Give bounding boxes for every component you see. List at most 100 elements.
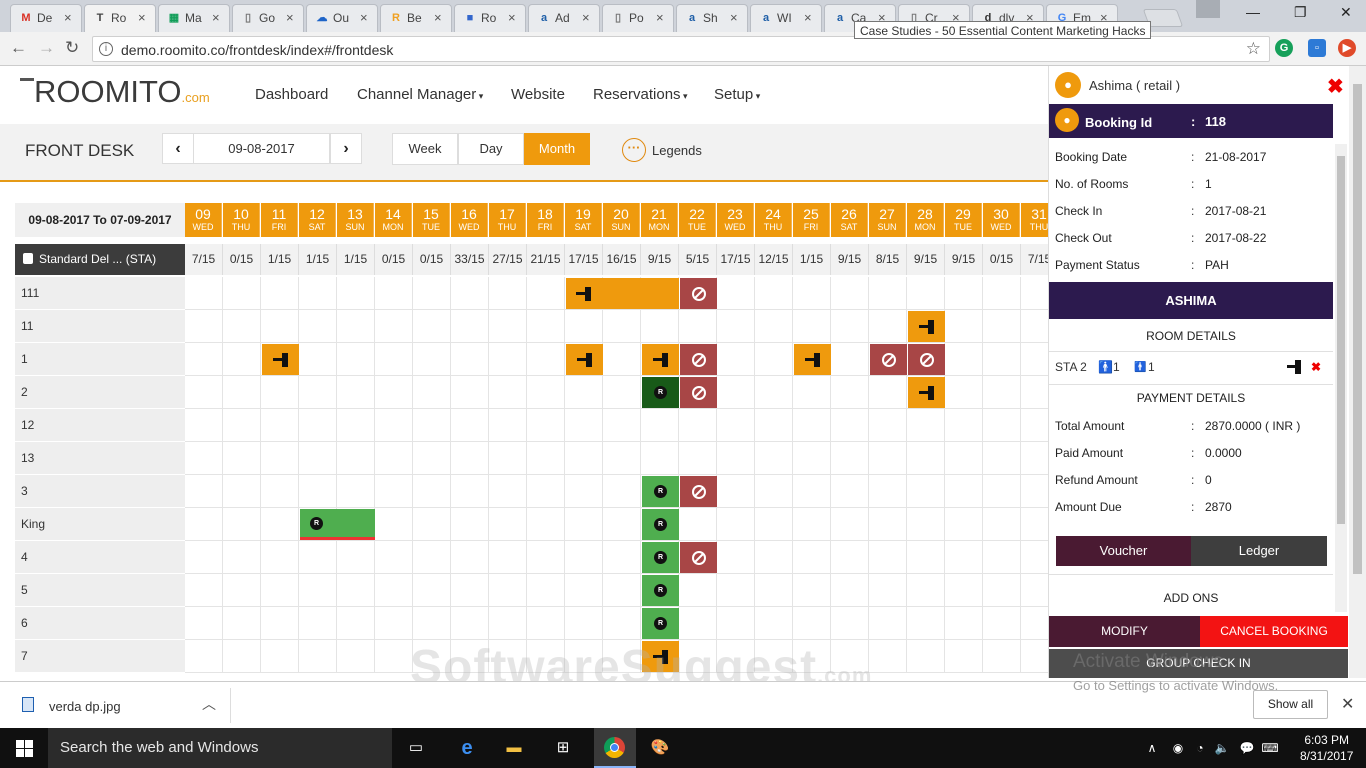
nav-setup[interactable]: Setup ▾ bbox=[714, 86, 760, 103]
grid-cell[interactable] bbox=[451, 475, 489, 508]
room-label[interactable]: 11 bbox=[15, 310, 185, 343]
grid-cell[interactable] bbox=[375, 376, 413, 409]
grid-cell[interactable] bbox=[337, 574, 375, 607]
grid-cell[interactable] bbox=[185, 343, 223, 376]
grid-cell[interactable] bbox=[223, 442, 261, 475]
grid-cell[interactable] bbox=[413, 409, 451, 442]
grid-cell[interactable] bbox=[299, 574, 337, 607]
grid-cell[interactable] bbox=[565, 310, 603, 343]
grid-cell[interactable] bbox=[1021, 376, 1048, 409]
grid-cell[interactable] bbox=[793, 442, 831, 475]
grid-cell[interactable] bbox=[907, 475, 945, 508]
room-label[interactable]: 6 bbox=[15, 607, 185, 640]
browser-tab[interactable]: a Ad × bbox=[528, 4, 600, 32]
grid-cell[interactable] bbox=[831, 442, 869, 475]
grid-cell[interactable] bbox=[755, 310, 793, 343]
grid-cell[interactable] bbox=[831, 376, 869, 409]
grid-cell[interactable] bbox=[337, 442, 375, 475]
grid-cell[interactable] bbox=[641, 442, 679, 475]
grid-cell[interactable] bbox=[945, 475, 983, 508]
grid-cell[interactable] bbox=[945, 343, 983, 376]
grid-cell[interactable] bbox=[831, 508, 869, 541]
show-all-button[interactable]: Show all bbox=[1253, 690, 1328, 719]
booking-block[interactable]: R bbox=[642, 542, 679, 573]
grid-cell[interactable] bbox=[831, 409, 869, 442]
grid-cell[interactable] bbox=[831, 310, 869, 343]
download-filename[interactable]: verda dp.jpg bbox=[49, 699, 121, 714]
grid-cell[interactable] bbox=[831, 475, 869, 508]
grid-cell[interactable] bbox=[755, 607, 793, 640]
remove-room-icon[interactable]: ✖ bbox=[1311, 360, 1321, 374]
grid-cell[interactable] bbox=[755, 475, 793, 508]
grid-cell[interactable] bbox=[337, 277, 375, 310]
booking-block[interactable]: R bbox=[642, 608, 679, 639]
grid-cell[interactable] bbox=[1021, 310, 1048, 343]
extension-icon[interactable]: ▫ bbox=[1308, 39, 1326, 57]
grid-cell[interactable] bbox=[831, 343, 869, 376]
browser-tab[interactable]: ▯ Po × bbox=[602, 4, 674, 32]
grid-cell[interactable] bbox=[717, 541, 755, 574]
grid-cell[interactable] bbox=[527, 475, 565, 508]
grid-cell[interactable] bbox=[793, 310, 831, 343]
grid-cell[interactable] bbox=[983, 376, 1021, 409]
grid-cell[interactable] bbox=[907, 574, 945, 607]
grid-cell[interactable] bbox=[337, 310, 375, 343]
grid-cell[interactable] bbox=[869, 640, 907, 673]
nav-website[interactable]: Website bbox=[511, 86, 565, 103]
booking-block[interactable] bbox=[908, 377, 945, 408]
browser-tab[interactable]: M De × bbox=[10, 4, 82, 32]
grid-cell[interactable] bbox=[717, 574, 755, 607]
bookmark-star-icon[interactable]: ☆ bbox=[1246, 39, 1261, 59]
minimize-icon[interactable]: — bbox=[1246, 4, 1260, 20]
grid-cell[interactable] bbox=[489, 475, 527, 508]
grid-cell[interactable] bbox=[793, 508, 831, 541]
tab-close-icon[interactable]: × bbox=[360, 10, 368, 25]
grid-cell[interactable] bbox=[451, 343, 489, 376]
close-download-bar-icon[interactable]: ✕ bbox=[1341, 694, 1354, 714]
grid-cell[interactable] bbox=[489, 409, 527, 442]
grid-cell[interactable] bbox=[185, 277, 223, 310]
grid-cell[interactable] bbox=[565, 541, 603, 574]
panel-scrollbar[interactable] bbox=[1335, 144, 1347, 612]
grid-cell[interactable] bbox=[945, 574, 983, 607]
grid-cell[interactable] bbox=[299, 607, 337, 640]
grid-cell[interactable] bbox=[679, 574, 717, 607]
nav-channel-manager[interactable]: Channel Manager ▾ bbox=[357, 86, 483, 103]
grid-cell[interactable] bbox=[869, 607, 907, 640]
grid-cell[interactable] bbox=[451, 310, 489, 343]
booking-block[interactable] bbox=[680, 377, 717, 408]
room-label[interactable]: King bbox=[15, 508, 185, 541]
grid-cell[interactable] bbox=[755, 409, 793, 442]
paint-icon[interactable]: 🎨 bbox=[648, 736, 672, 760]
grid-cell[interactable] bbox=[679, 409, 717, 442]
grid-cell[interactable] bbox=[755, 376, 793, 409]
grid-cell[interactable] bbox=[717, 310, 755, 343]
nav-reservations[interactable]: Reservations ▾ bbox=[593, 86, 688, 103]
grid-cell[interactable] bbox=[1021, 541, 1048, 574]
grid-cell[interactable] bbox=[261, 607, 299, 640]
grid-cell[interactable] bbox=[299, 277, 337, 310]
grid-cell[interactable] bbox=[337, 541, 375, 574]
grid-cell[interactable] bbox=[527, 343, 565, 376]
grid-cell[interactable] bbox=[831, 607, 869, 640]
grid-cell[interactable] bbox=[337, 475, 375, 508]
grid-cell[interactable] bbox=[413, 376, 451, 409]
omnibox[interactable]: i demo.roomito.co/frontdesk/index#/front… bbox=[92, 36, 1270, 62]
task-view-icon[interactable]: ▭ bbox=[404, 736, 428, 760]
grid-cell[interactable] bbox=[185, 640, 223, 673]
grid-cell[interactable] bbox=[185, 442, 223, 475]
room-label[interactable]: 7 bbox=[15, 640, 185, 673]
grid-cell[interactable] bbox=[337, 607, 375, 640]
booking-block[interactable] bbox=[566, 278, 679, 309]
grid-cell[interactable] bbox=[983, 475, 1021, 508]
grid-cell[interactable] bbox=[527, 310, 565, 343]
grid-cell[interactable] bbox=[223, 376, 261, 409]
grid-cell[interactable] bbox=[489, 574, 527, 607]
grid-cell[interactable] bbox=[755, 442, 793, 475]
grid-cell[interactable] bbox=[413, 541, 451, 574]
booking-block[interactable] bbox=[680, 278, 717, 309]
volume-icon[interactable]: 🔈 bbox=[1210, 736, 1234, 760]
grid-cell[interactable] bbox=[299, 541, 337, 574]
grid-cell[interactable] bbox=[793, 277, 831, 310]
grid-cell[interactable] bbox=[793, 409, 831, 442]
